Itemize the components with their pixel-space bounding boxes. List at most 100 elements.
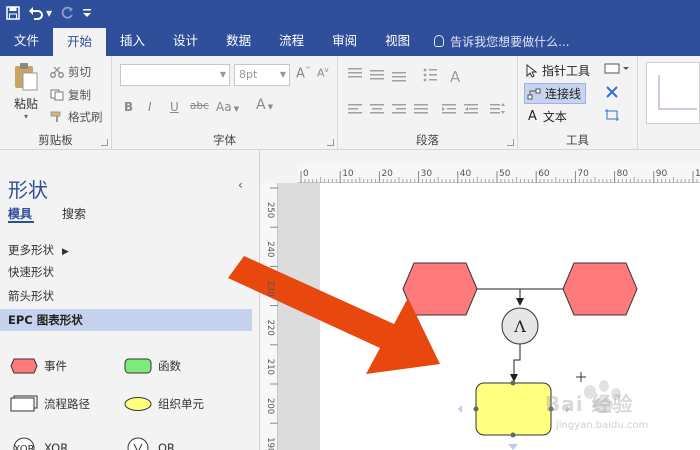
text-tool-icon: A [528, 109, 537, 124]
pointer-tool-button[interactable]: 指针工具 [526, 62, 590, 79]
bullets-icon [423, 68, 437, 82]
event-shape-right[interactable] [562, 262, 638, 316]
paintbrush-icon [50, 111, 61, 122]
stencil-more-shapes[interactable]: 更多形状 ▶ [0, 239, 252, 261]
save-icon [6, 6, 20, 20]
stencil-quick-shapes[interactable]: 快速形状 [0, 261, 252, 283]
tools-group-label: 工具 [566, 133, 589, 147]
undo-button[interactable]: ▼ [28, 0, 52, 26]
justify-icon [414, 104, 428, 114]
align-left-icon [348, 104, 362, 114]
font-group: ▼ 8pt ▼ A^ Av B I U abc Aa ▼ A ▼ 字体 [112, 56, 338, 150]
rectangle-tool-button[interactable] [604, 62, 630, 74]
change-case-label: Aa [216, 100, 232, 114]
tab-file[interactable]: 文件 [0, 26, 53, 56]
event-hexagon-icon [10, 358, 38, 374]
stencil-more-shapes-label: 更多形状 [8, 243, 54, 257]
change-case-button[interactable]: Aa ▼ [216, 100, 239, 114]
tab-search[interactable]: 搜索 [62, 205, 86, 222]
paragraph-controls: A [348, 68, 505, 114]
ribbon-tabs: 文件 开始 插入 设计 数据 流程 审阅 视图 告诉我您想要做什么... [0, 26, 700, 56]
stencil-arrow-shapes[interactable]: 箭头形状 [0, 285, 252, 307]
paragraph-launcher-icon[interactable] [507, 139, 514, 146]
underline-button[interactable]: U [170, 100, 179, 114]
tab-review[interactable]: 审阅 [318, 26, 371, 56]
copy-button[interactable]: 复制 [50, 87, 91, 103]
paragraph-spacing-icon [490, 103, 505, 114]
connection-point-button[interactable] [604, 108, 620, 122]
connector-tool-label: 连接线 [545, 87, 582, 101]
shrink-font-button[interactable]: Av [317, 66, 329, 80]
delete-connector-button[interactable] [606, 86, 618, 98]
clipboard-group-label: 剪贴板 [38, 133, 73, 147]
tab-home[interactable]: 开始 [53, 28, 107, 56]
tab-data[interactable]: 数据 [212, 26, 265, 56]
watermark-brand: Bai 经验 [545, 392, 634, 416]
cut-label: 剪切 [68, 65, 91, 79]
format-painter-button[interactable]: 格式刷 [50, 109, 103, 125]
align-top-icon [348, 68, 362, 78]
font-group-label: 字体 [213, 133, 236, 147]
undo-dropdown-icon[interactable]: ▼ [46, 9, 52, 18]
customize-quick-access-button[interactable] [82, 0, 92, 26]
active-tab-indicator [8, 221, 34, 223]
align-right-icon [392, 104, 406, 114]
font-size-box[interactable]: 8pt ▼ [234, 64, 290, 86]
paste-button[interactable]: 粘贴 ▾ [8, 62, 44, 121]
watermark-url: jingyan.baidu.com [556, 420, 649, 431]
and-connector-shape[interactable] [501, 307, 539, 345]
or-circle-icon [127, 437, 149, 450]
paste-label: 粘贴 [13, 97, 38, 111]
shape-or[interactable]: OR [124, 437, 175, 450]
paragraph-group-label: 段落 [416, 133, 439, 147]
tab-stencils[interactable]: 模具 [8, 205, 32, 222]
tab-design[interactable]: 设计 [159, 26, 212, 56]
tell-me-box[interactable]: 告诉我您想要做什么... [424, 26, 570, 56]
copy-icon [50, 89, 64, 101]
clipboard-launcher-icon[interactable] [101, 139, 108, 146]
cut-button[interactable]: 剪切 [50, 64, 91, 80]
organization-unit-shape[interactable] [475, 382, 552, 436]
stencil-epc-diagram-shapes[interactable]: EPC 图表形状 [0, 309, 252, 331]
event-shape-left[interactable] [402, 262, 478, 316]
customize-icon [83, 9, 92, 17]
horizontal-ruler [297, 163, 700, 183]
shape-organization-unit-label: 组织单元 [158, 397, 204, 411]
shape-event[interactable]: 事件 [10, 358, 67, 374]
redo-button[interactable] [60, 0, 74, 26]
text-tool-label: 文本 [542, 110, 567, 124]
connector-tool-button[interactable]: 连接线 [524, 83, 587, 104]
font-color-button[interactable]: A ▼ [256, 97, 273, 113]
shape-process-path[interactable]: 流程路径 [10, 395, 90, 413]
pointer-tool-label: 指针工具 [542, 64, 591, 78]
shape-or-label: OR [158, 441, 176, 450]
paste-dropdown-icon[interactable]: ▾ [8, 112, 44, 121]
italic-button[interactable]: I [148, 100, 152, 114]
shape-function[interactable]: 函数 [124, 358, 181, 374]
font-name-dropdown-icon[interactable]: ▼ [220, 65, 226, 85]
shape-organization-unit[interactable]: 组织单元 [124, 396, 204, 412]
shape-event-label: 事件 [44, 359, 67, 373]
tab-view[interactable]: 视图 [371, 26, 424, 56]
font-color-label: A [256, 97, 266, 113]
chevron-right-icon: ▶ [62, 247, 69, 257]
font-size-dropdown-icon[interactable]: ▼ [280, 65, 286, 85]
font-name-box[interactable]: ▼ [120, 64, 230, 86]
shape-xor[interactable]: XOR XOR [10, 437, 68, 450]
paragraph-group: A 段落 [338, 56, 518, 150]
grow-font-button[interactable]: A^ [296, 66, 311, 81]
text-tool-button[interactable]: A 文本 [528, 108, 567, 125]
tab-process[interactable]: 流程 [265, 26, 318, 56]
strikethrough-button[interactable]: abc [190, 100, 209, 112]
svg-text:XOR: XOR [13, 444, 34, 450]
shape-process-path-label: 流程路径 [44, 397, 90, 411]
xor-circle-icon: XOR [13, 437, 35, 450]
tab-insert[interactable]: 插入 [106, 26, 159, 56]
shape-style-gallery[interactable] [646, 62, 700, 124]
save-button[interactable] [6, 0, 20, 26]
bold-button[interactable]: B [124, 100, 133, 114]
collapse-pane-icon[interactable]: ‹ [238, 178, 243, 192]
rectangle-icon [604, 63, 629, 74]
font-launcher-icon[interactable] [327, 139, 334, 146]
tools-group: 指针工具 连接线 A 文本 工具 [518, 56, 638, 150]
